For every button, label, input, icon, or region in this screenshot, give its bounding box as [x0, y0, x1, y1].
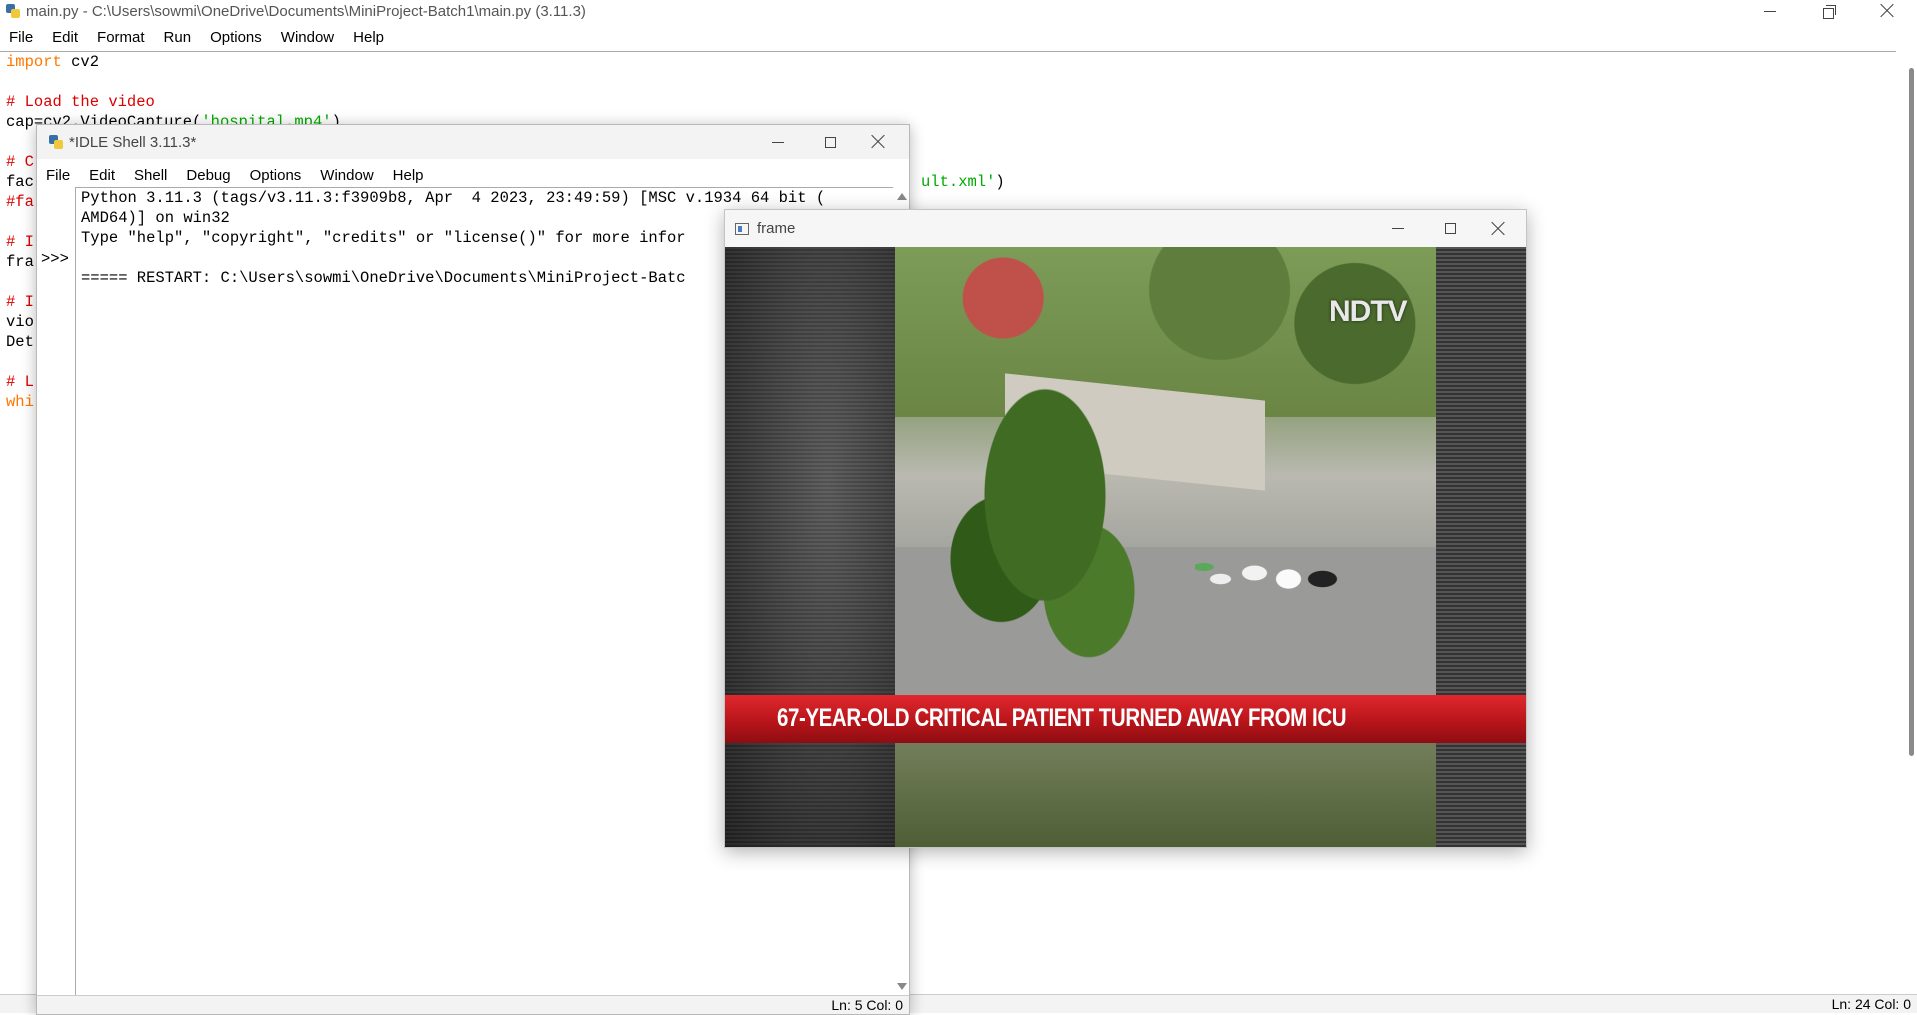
menu-file[interactable]: File — [37, 167, 80, 184]
code-text: ) — [995, 173, 1005, 191]
menu-options[interactable]: Options — [201, 29, 272, 46]
shell-output-line: ===== RESTART: C:\Users\sowmi\OneDrive\D… — [81, 269, 686, 287]
code-line: fra — [6, 253, 34, 271]
code-text: cv2 — [61, 53, 100, 71]
close-icon — [1491, 222, 1505, 236]
scroll-up-icon[interactable] — [897, 193, 907, 200]
scene-plant — [935, 367, 1155, 687]
shell-output-line: Type "help", "copyright", "credits" or "… — [81, 229, 686, 247]
shell-output-line: Python 3.11.3 (tags/v3.11.3:f3909b8, Apr… — [81, 189, 826, 207]
code-string: ult.xml' — [921, 173, 996, 191]
frame-close-button[interactable] — [1475, 210, 1521, 247]
channel-logo: NDTV — [1329, 295, 1408, 328]
frame-maximize-button[interactable] — [1427, 210, 1473, 247]
menu-shell[interactable]: Shell — [125, 167, 177, 184]
shell-maximize-button[interactable] — [807, 125, 853, 159]
frame-title: frame — [757, 220, 796, 237]
code-line: ult.xml') — [921, 172, 1005, 192]
code-comment: #fa — [6, 193, 34, 211]
code-comment: # I — [6, 293, 34, 311]
shell-minimize-button[interactable] — [755, 125, 801, 159]
menu-file[interactable]: File — [0, 29, 43, 46]
code-comment: # I — [6, 233, 34, 251]
code-comment: # C — [6, 153, 34, 171]
code-line: Det — [6, 333, 34, 351]
code-comment: # Load the video — [6, 93, 155, 111]
editor-menubar: File Edit Format Run Options Window Help — [0, 25, 394, 50]
close-icon — [1880, 4, 1894, 18]
shell-output-line: AMD64)] on win32 — [81, 209, 230, 227]
close-icon — [871, 135, 885, 149]
python-icon — [6, 4, 20, 18]
menu-window[interactable]: Window — [311, 167, 383, 184]
editor-minimize-button[interactable] — [1747, 0, 1793, 22]
menu-help[interactable]: Help — [384, 167, 434, 184]
minimize-icon — [1764, 10, 1776, 12]
menu-help[interactable]: Help — [344, 29, 394, 46]
window-icon — [735, 222, 749, 235]
video-frame: NDTV 67-YEAR-OLD CRITICAL PATIENT TURNED… — [725, 247, 1526, 847]
shell-titlebar[interactable]: *IDLE Shell 3.11.3* — [37, 125, 909, 159]
restore-icon — [1822, 4, 1836, 19]
minimize-icon — [772, 141, 784, 143]
maximize-icon — [824, 136, 836, 148]
shell-prompt-column: >>> — [37, 187, 76, 996]
shell-close-button[interactable] — [855, 125, 901, 159]
python-icon — [49, 135, 63, 149]
video-right-blur — [1436, 247, 1526, 847]
shell-menubar: File Edit Shell Debug Options Window Hel… — [37, 163, 434, 187]
code-line: import cv2 — [6, 52, 99, 72]
code-keyword: import — [6, 53, 62, 71]
shell-statusbar: Ln: 5 Col: 0 — [37, 995, 909, 1014]
shell-cursor-position: Ln: 5 Col: 0 — [831, 997, 903, 1013]
menu-edit[interactable]: Edit — [43, 29, 88, 46]
editor-close-button[interactable] — [1864, 0, 1910, 22]
menu-run[interactable]: Run — [155, 29, 202, 46]
frame-minimize-button[interactable] — [1375, 210, 1421, 247]
video-left-blur — [725, 247, 895, 847]
editor-restore-button[interactable] — [1806, 0, 1852, 22]
shell-title: *IDLE Shell 3.11.3* — [69, 133, 197, 151]
news-ticker: 67-YEAR-OLD CRITICAL PATIENT TURNED AWAY… — [725, 695, 1526, 743]
menu-debug[interactable]: Debug — [177, 167, 240, 184]
code-text: fac — [6, 173, 34, 191]
editor-scrollbar-thumb[interactable] — [1909, 68, 1914, 756]
code-line: vio — [6, 313, 34, 331]
editor-scrollbar[interactable] — [1903, 68, 1917, 758]
frame-window: frame NDTV 67-YEAR-OLD CRITICAL PATIENT … — [724, 209, 1527, 848]
scroll-down-icon[interactable] — [897, 983, 907, 990]
editor-title: main.py - C:\Users\sowmi\OneDrive\Docume… — [26, 2, 586, 20]
shell-prompt: >>> — [41, 250, 69, 268]
code-line: fac — [6, 172, 34, 192]
news-ticker-text: 67-YEAR-OLD CRITICAL PATIENT TURNED AWAY… — [777, 704, 1347, 732]
menu-window[interactable]: Window — [272, 29, 344, 46]
minimize-icon — [1392, 228, 1404, 229]
maximize-icon — [1444, 223, 1456, 234]
frame-titlebar[interactable]: frame — [725, 210, 1526, 247]
menu-edit[interactable]: Edit — [80, 167, 125, 184]
scene-people — [1195, 507, 1365, 627]
menu-format[interactable]: Format — [88, 29, 155, 46]
menu-options[interactable]: Options — [241, 167, 312, 184]
editor-titlebar[interactable]: main.py - C:\Users\sowmi\OneDrive\Docume… — [0, 0, 1917, 22]
video-scene — [895, 247, 1436, 847]
code-keyword: whi — [6, 393, 34, 411]
editor-cursor-position: Ln: 24 Col: 0 — [1831, 996, 1911, 1012]
code-comment: # L — [6, 373, 34, 391]
